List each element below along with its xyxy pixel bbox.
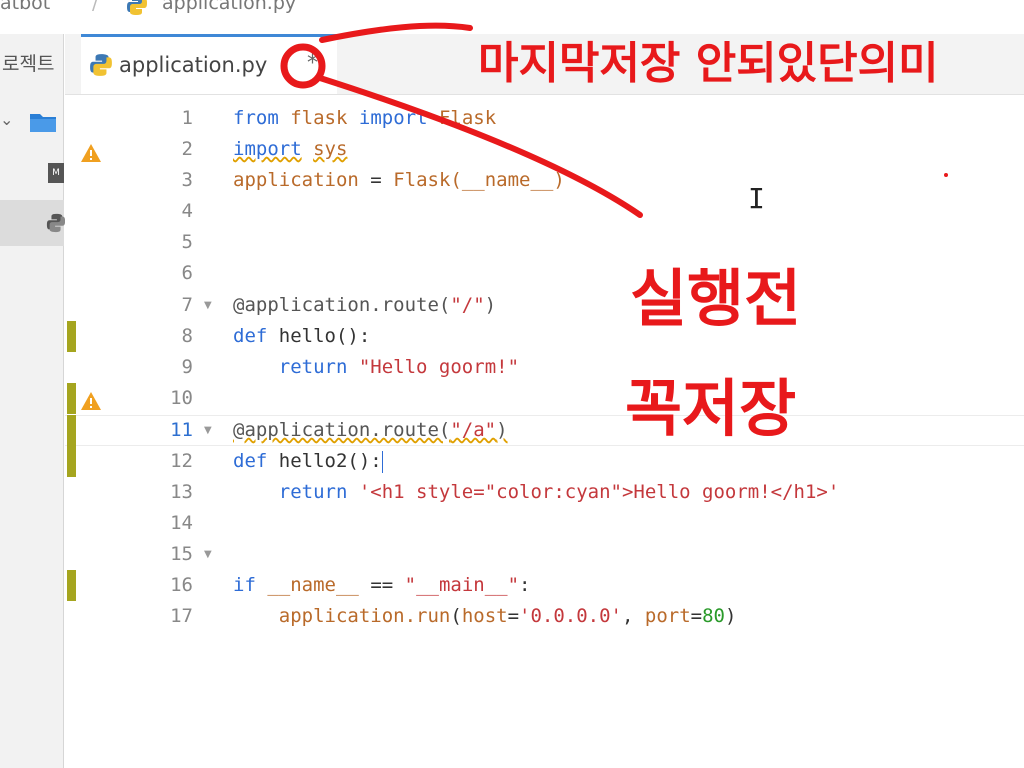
token-punct: :: [519, 574, 531, 596]
breadcrumb-file[interactable]: application.py: [162, 0, 296, 14]
code-editor[interactable]: application.py * 1 2 3 4 5 6 7 8 9 10 11…: [65, 34, 1024, 768]
line-number: 13: [170, 481, 193, 503]
line-number: 3: [181, 169, 193, 191]
code-line[interactable]: return "Hello goorm!": [233, 352, 519, 383]
token-string: '0.0.0.0': [519, 605, 622, 627]
token-kwarg: host: [461, 605, 508, 627]
token-operator: ==: [370, 574, 394, 596]
line-number: 1: [181, 107, 193, 129]
token-def: def: [233, 325, 268, 347]
line-number: 15: [170, 543, 193, 565]
token-decorator: @application.route(: [233, 419, 451, 441]
line-number: 10: [170, 387, 193, 409]
code-line[interactable]: @application.route("/"): [233, 290, 496, 321]
fold-toggle-icon[interactable]: ▼: [204, 415, 212, 446]
token-string: '<h1 style="color:cyan">Hello goorm!</h1…: [358, 481, 840, 503]
modified-indicator[interactable]: *: [307, 51, 318, 76]
line-number-active: 11: [170, 419, 193, 441]
code-line[interactable]: @application.route("/a"): [233, 415, 508, 446]
project-tab[interactable]: 로젝트: [0, 34, 64, 94]
line-number: 12: [170, 450, 193, 472]
markdown-file-icon: M: [48, 163, 64, 183]
editor-tab-bar: application.py *: [65, 34, 1024, 95]
token-variable: application: [233, 169, 359, 191]
token-string: "/": [450, 294, 485, 316]
token-return: return: [278, 356, 348, 378]
tab-application-py[interactable]: application.py *: [81, 34, 337, 94]
token-decorator: @application.route(: [233, 294, 451, 316]
project-sidebar: 로젝트 ⌄ M: [0, 34, 66, 768]
token-function: hello():: [278, 325, 371, 347]
fold-toggle-icon[interactable]: ▼: [204, 290, 212, 321]
tree-row-markdown-file[interactable]: M: [0, 150, 64, 196]
token-punct: ): [725, 605, 737, 627]
token-punct: =: [507, 605, 520, 627]
code-line[interactable]: return '<h1 style="color:cyan">Hello goo…: [233, 477, 840, 508]
breadcrumb-separator: /: [92, 0, 99, 14]
token-punct: =: [690, 605, 703, 627]
tree-row-project-folder[interactable]: ⌄: [0, 98, 64, 144]
token-function: hello2():: [278, 450, 382, 472]
token-def: def: [233, 450, 268, 472]
code-line[interactable]: def hello():: [233, 321, 370, 352]
token-return: return: [278, 481, 348, 503]
python-file-icon: [89, 53, 113, 81]
token-call: Flask(__name__): [393, 169, 565, 191]
breadcrumb: atbot / application.py: [0, 0, 1024, 22]
line-number: 7: [181, 294, 193, 316]
token-module: sys: [313, 138, 348, 160]
line-number: 8: [181, 325, 193, 347]
line-number: 4: [181, 200, 193, 222]
token-punct: ): [484, 294, 497, 316]
line-number: 14: [170, 512, 193, 534]
token-punct: ): [496, 419, 508, 441]
token-operator: =: [370, 169, 382, 191]
folder-icon: [28, 110, 58, 138]
token-from: from: [233, 107, 279, 129]
tree-row-python-file[interactable]: [0, 200, 66, 246]
token-module: flask: [290, 107, 348, 129]
line-number: 16: [170, 574, 193, 596]
line-number: 2: [181, 138, 193, 160]
chevron-down-icon[interactable]: ⌄: [0, 110, 13, 129]
token-call: application.run: [278, 605, 451, 627]
line-number: 5: [181, 231, 193, 253]
token-import: import: [358, 107, 428, 129]
fold-toggle-icon[interactable]: ▼: [204, 539, 212, 570]
code-line[interactable]: application.run(host='0.0.0.0', port=80): [233, 601, 737, 632]
line-number: 9: [181, 356, 193, 378]
breadcrumb-project[interactable]: atbot: [0, 0, 50, 14]
ibeam-cursor-icon: I: [748, 182, 765, 215]
line-number: 17: [170, 605, 193, 627]
line-number: 6: [181, 262, 193, 284]
token-string: "Hello goorm!": [358, 356, 520, 378]
python-file-icon: [46, 212, 66, 238]
token-string: "__main__": [404, 574, 520, 596]
token-punct: (: [450, 605, 462, 627]
token-import: import: [233, 138, 302, 160]
token-class: Flask: [438, 107, 497, 129]
token-number: 80: [702, 605, 725, 627]
token-if: if: [233, 574, 256, 596]
code-line[interactable]: import sys: [233, 134, 347, 165]
text-cursor: [381, 450, 383, 473]
token-kwarg: port: [644, 605, 691, 627]
code-line-active[interactable]: def hello2():: [233, 446, 383, 477]
token-dunder: __name__: [267, 574, 359, 596]
token-punct: ,: [621, 605, 634, 627]
code-line[interactable]: from flask import Flask: [233, 103, 496, 134]
code-line[interactable]: if __name__ == "__main__":: [233, 570, 531, 601]
tab-label: application.py: [119, 53, 268, 77]
code-line[interactable]: application = Flask(__name__): [233, 165, 565, 196]
token-string: "/a": [450, 419, 497, 441]
python-file-icon: [126, 0, 148, 21]
